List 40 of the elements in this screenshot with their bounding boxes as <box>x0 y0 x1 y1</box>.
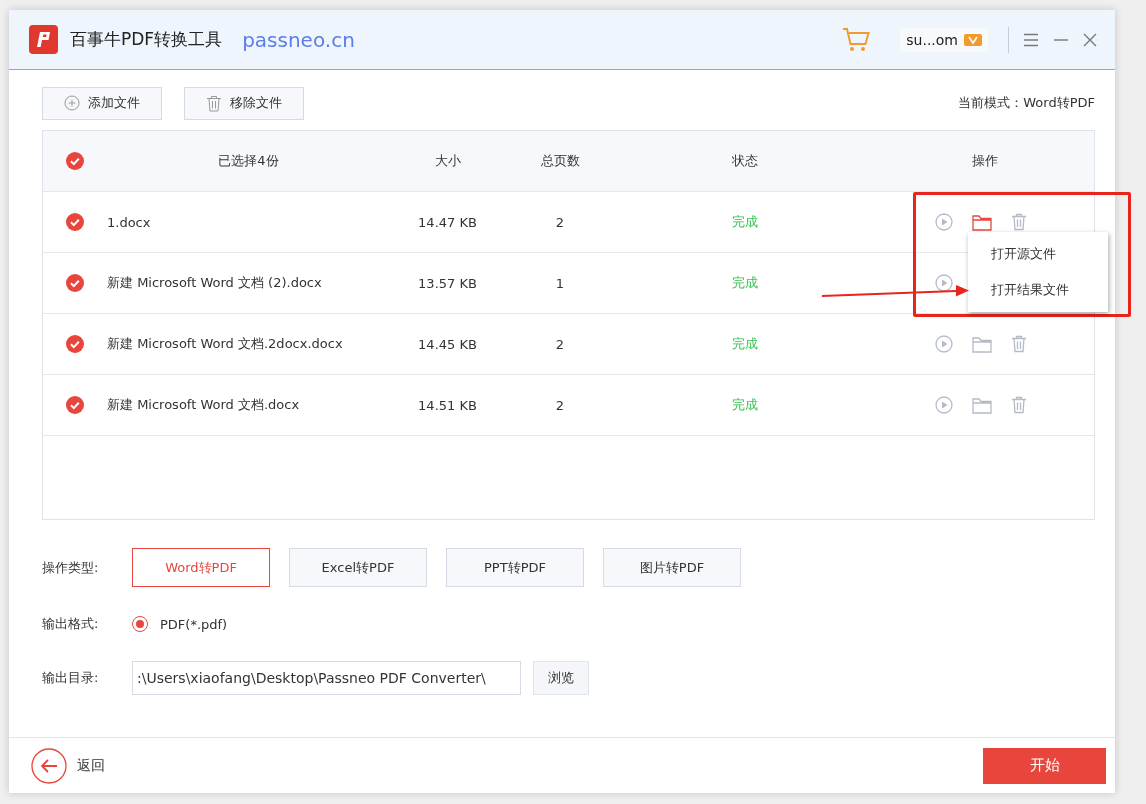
status-text: 完成 <box>731 396 759 414</box>
menu-item[interactable]: 打开结果文件 <box>968 272 1108 308</box>
page-count: 2 <box>554 336 566 352</box>
user-account[interactable]: su...om <box>900 27 988 52</box>
conversion-type-tab[interactable]: PPT转PDF <box>446 548 584 587</box>
conversion-type-tab[interactable]: 图片转PDF <box>603 548 741 587</box>
format-label: 输出格式: <box>42 615 100 633</box>
file-size: 14.47 KB <box>417 214 478 230</box>
format-option: PDF(*.pdf) <box>160 616 228 632</box>
remove-file-button[interactable]: 移除文件 <box>184 86 304 120</box>
status-text: 完成 <box>731 274 759 292</box>
column-header: 操作 <box>970 152 999 170</box>
column-header: 状态 <box>731 152 759 170</box>
file-size: 14.45 KB <box>417 336 478 352</box>
column-header: 大小 <box>433 152 462 170</box>
current-mode: 当前模式：Word转PDF <box>958 94 1095 112</box>
file-size: 14.51 KB <box>417 397 478 413</box>
status-text: 完成 <box>731 213 759 231</box>
menu-item[interactable]: 打开源文件 <box>968 236 1108 272</box>
status-text: 完成 <box>731 335 759 353</box>
add-file-button[interactable]: 添加文件 <box>42 86 162 120</box>
page-count: 1 <box>554 275 566 291</box>
browse-button[interactable]: 浏览 <box>533 661 589 695</box>
file-name: 新建 Microsoft Word 文档.docx <box>107 396 301 414</box>
conversion-type-tab[interactable]: Word转PDF <box>132 548 270 587</box>
file-size: 13.57 KB <box>417 275 478 291</box>
file-name: 新建 Microsoft Word 文档.2docx.docx <box>107 335 344 353</box>
directory-label: 输出目录: <box>42 669 100 687</box>
file-name: 新建 Microsoft Word 文档 (2).docx <box>107 274 323 292</box>
back-button[interactable]: 返回 <box>31 747 105 784</box>
start-button[interactable]: 开始 <box>983 747 1106 784</box>
conversion-type-tab[interactable]: Excel转PDF <box>289 548 427 587</box>
file-name: 1.docx <box>107 214 152 230</box>
page-count: 2 <box>554 397 566 413</box>
page-count: 2 <box>554 214 566 230</box>
column-header: 总页数 <box>539 152 581 170</box>
type-label: 操作类型: <box>42 558 100 577</box>
app-name: 百事牛PDF转换工具 <box>70 28 223 51</box>
column-header: 已选择4份 <box>217 152 280 170</box>
output-path-field[interactable]: :\Users\xiaofang\Desktop\Passneo PDF Converter\ <box>132 661 521 695</box>
